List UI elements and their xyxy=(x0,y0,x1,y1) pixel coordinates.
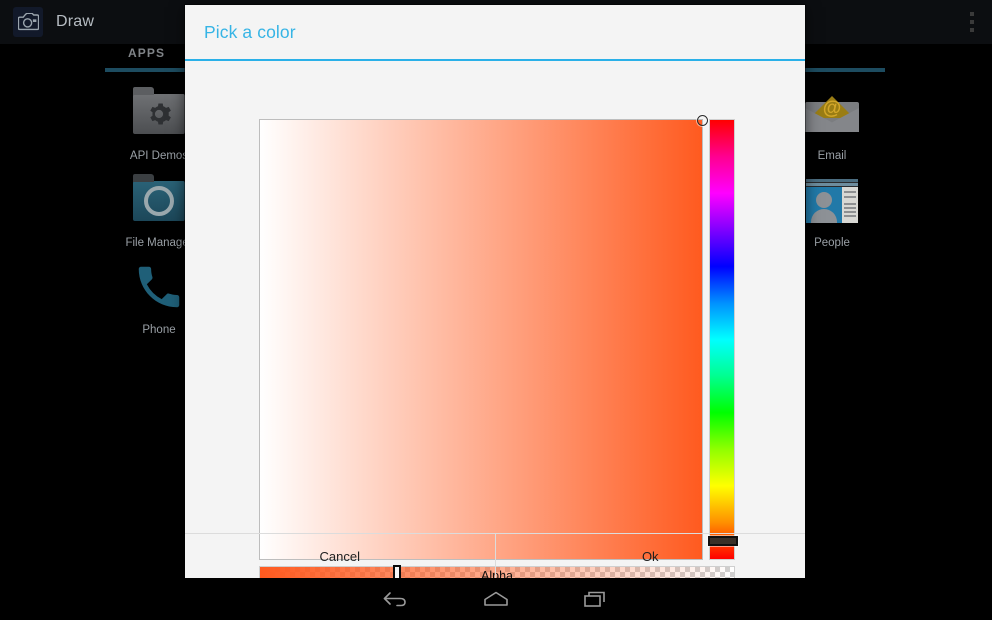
tab-apps-indicator xyxy=(105,68,195,72)
saturation-value-square[interactable] xyxy=(259,115,708,560)
envelope-at-icon: @ xyxy=(802,82,862,142)
overflow-menu-icon[interactable] xyxy=(970,12,974,32)
back-icon[interactable] xyxy=(361,578,431,620)
dialog-body: Alpha xyxy=(185,61,805,587)
hue-slider[interactable] xyxy=(708,119,738,560)
color-picker-dialog: Pick a color Alpha Cancel Ok xyxy=(185,5,805,587)
recents-icon[interactable] xyxy=(561,578,631,620)
camera-icon xyxy=(13,7,43,37)
folder-gear-icon xyxy=(129,82,189,142)
tab-widgets-indicator xyxy=(805,68,885,72)
tab-apps[interactable]: APPS xyxy=(128,46,165,60)
folder-sync-icon xyxy=(129,169,189,229)
dialog-title: Pick a color xyxy=(204,21,296,42)
system-navigation-bar xyxy=(0,578,992,620)
ok-button[interactable]: Ok xyxy=(496,534,806,578)
phone-handset-icon xyxy=(129,256,189,316)
saturation-gradient xyxy=(260,120,702,559)
saturation-cursor[interactable] xyxy=(697,115,708,126)
people-card-icon xyxy=(802,169,862,229)
app-title: Draw xyxy=(56,13,95,30)
home-icon[interactable] xyxy=(461,578,531,620)
cancel-button[interactable]: Cancel xyxy=(185,534,496,578)
dialog-header: Pick a color xyxy=(185,5,805,61)
dialog-button-bar: Cancel Ok xyxy=(185,533,805,578)
